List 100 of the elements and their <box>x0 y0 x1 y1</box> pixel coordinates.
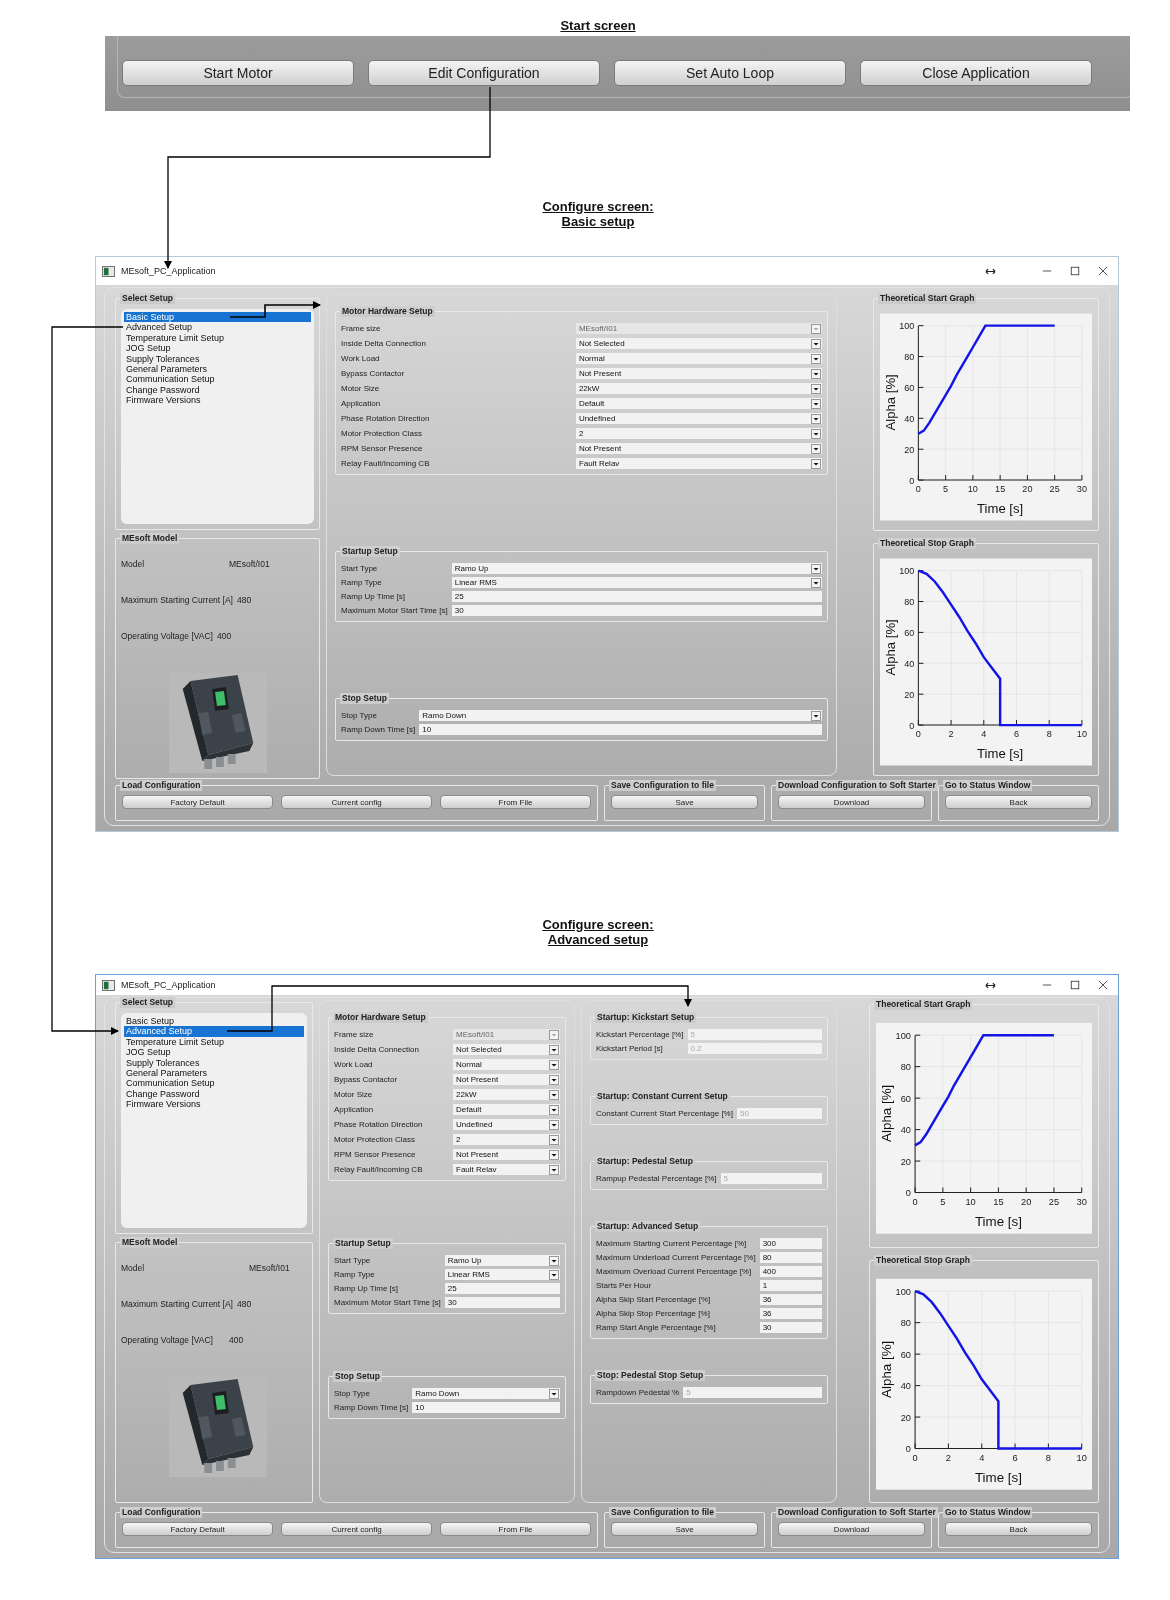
list-item[interactable]: General Parameters <box>124 1068 304 1079</box>
caret-icon[interactable] <box>549 1164 559 1175</box>
dropdown[interactable]: Linear RMS <box>444 1269 560 1280</box>
caret-icon[interactable] <box>549 1119 559 1130</box>
app-button[interactable]: Back <box>945 1522 1092 1536</box>
dropdown[interactable]: Fault Relav <box>453 1164 560 1175</box>
dropdown[interactable]: Normal <box>453 1059 560 1070</box>
input-field[interactable]: 30 <box>451 605 822 616</box>
input-field[interactable]: 30 <box>759 1322 822 1333</box>
dropdown[interactable]: Not Selected <box>453 1044 560 1055</box>
caret-icon[interactable] <box>811 577 821 588</box>
caret-icon[interactable] <box>811 563 821 574</box>
list-item[interactable]: JOG Setup <box>124 343 311 354</box>
caret-icon[interactable] <box>549 1269 559 1280</box>
list-item[interactable]: Basic Setup <box>124 312 311 323</box>
caret-icon[interactable] <box>811 353 821 364</box>
caret-icon[interactable] <box>811 383 821 394</box>
app-button[interactable]: Download <box>778 1522 925 1536</box>
dropdown[interactable]: Undefined <box>575 413 822 424</box>
input-field[interactable]: 10 <box>419 724 822 735</box>
input-field[interactable]: 10 <box>412 1402 560 1413</box>
caret-icon[interactable] <box>549 1059 559 1070</box>
list-item[interactable]: Firmware Versions <box>124 1099 304 1110</box>
maximize-icon[interactable] <box>1070 980 1080 990</box>
list-item[interactable]: Communication Setup <box>124 1078 304 1089</box>
app-button[interactable]: Download <box>778 795 925 809</box>
app-button[interactable]: Close Application <box>860 60 1092 86</box>
input-field[interactable]: 36 <box>759 1294 822 1305</box>
maximize-icon[interactable] <box>1070 266 1080 276</box>
input-field[interactable]: 30 <box>444 1297 560 1308</box>
dropdown[interactable]: Not Selected <box>575 338 822 349</box>
list-item[interactable]: General Parameters <box>124 364 311 375</box>
resize-icon[interactable] <box>985 980 996 990</box>
dropdown[interactable]: Undefined <box>453 1119 560 1130</box>
dropdown[interactable]: Ramo Up <box>444 1255 560 1266</box>
dropdown[interactable]: Ramo Down <box>412 1388 560 1399</box>
app-button[interactable]: Start Motor <box>122 60 354 86</box>
list-item[interactable]: Basic Setup <box>124 1016 304 1027</box>
dropdown[interactable]: 22kW <box>575 383 822 394</box>
app-button[interactable]: Edit Configuration <box>368 60 600 86</box>
caret-icon[interactable] <box>549 1134 559 1145</box>
app-button[interactable]: Current config <box>281 795 432 809</box>
list-item[interactable]: Firmware Versions <box>124 395 311 406</box>
app-button[interactable]: Current config <box>281 1522 432 1536</box>
list-item[interactable]: Advanced Setup <box>124 1026 304 1037</box>
dropdown[interactable]: 22kW <box>453 1089 560 1100</box>
dropdown[interactable]: Not Present <box>453 1149 560 1160</box>
caret-icon[interactable] <box>549 1104 559 1115</box>
caret-icon[interactable] <box>811 443 821 454</box>
dropdown[interactable]: Fault Relav <box>575 458 822 469</box>
list-item[interactable]: JOG Setup <box>124 1047 304 1058</box>
dropdown[interactable]: Default <box>575 398 822 409</box>
list-item[interactable]: Change Password <box>124 384 311 396</box>
caret-icon[interactable] <box>549 1089 559 1100</box>
list-item[interactable]: Temperature Limit Setup <box>124 332 311 344</box>
app-button[interactable]: From File <box>440 1522 591 1536</box>
caret-icon[interactable] <box>811 458 821 469</box>
caret-icon[interactable] <box>811 710 821 721</box>
caret-icon[interactable] <box>811 338 821 349</box>
input-field[interactable]: 1 <box>759 1280 822 1291</box>
input-field[interactable]: 25 <box>451 591 822 602</box>
input-field[interactable]: 36 <box>759 1308 822 1319</box>
close-icon[interactable] <box>1098 266 1108 276</box>
app-button[interactable]: Factory Default <box>122 1522 273 1536</box>
caret-icon[interactable] <box>549 1255 559 1266</box>
list-item[interactable]: Communication Setup <box>124 374 311 385</box>
input-field[interactable]: 80 <box>759 1252 822 1263</box>
caret-icon[interactable] <box>549 1388 559 1399</box>
list-item[interactable]: Supply Tolerances <box>124 1057 304 1069</box>
dropdown[interactable]: Not Present <box>575 443 822 454</box>
list-item[interactable]: Supply Tolerances <box>124 353 311 365</box>
app-button[interactable]: Factory Default <box>122 795 273 809</box>
caret-icon[interactable] <box>811 398 821 409</box>
dropdown[interactable]: 2 <box>453 1134 560 1145</box>
resize-icon[interactable] <box>985 266 996 276</box>
list-item[interactable]: Temperature Limit Setup <box>124 1036 304 1048</box>
caret-icon[interactable] <box>549 1044 559 1055</box>
app-button[interactable]: From File <box>440 795 591 809</box>
dropdown[interactable]: 2 <box>575 428 822 439</box>
app-button[interactable]: Save <box>611 795 758 809</box>
input-field[interactable]: 400 <box>759 1266 822 1277</box>
dropdown[interactable]: Not Present <box>453 1074 560 1085</box>
dropdown[interactable]: Normal <box>575 353 822 364</box>
input-field[interactable]: 25 <box>444 1283 560 1294</box>
dropdown[interactable]: Ramo Down <box>419 710 822 721</box>
dropdown[interactable]: Linear RMS <box>451 577 822 588</box>
app-button[interactable]: Set Auto Loop <box>614 60 846 86</box>
dropdown[interactable]: Default <box>453 1104 560 1115</box>
list-item[interactable]: Change Password <box>124 1088 304 1100</box>
close-icon[interactable] <box>1098 980 1108 990</box>
caret-icon[interactable] <box>549 1149 559 1160</box>
list-item[interactable]: Advanced Setup <box>124 322 311 333</box>
input-field[interactable]: 300 <box>759 1238 822 1249</box>
caret-icon[interactable] <box>811 428 821 439</box>
dropdown[interactable]: Not Present <box>575 368 822 379</box>
caret-icon[interactable] <box>811 413 821 424</box>
caret-icon[interactable] <box>811 368 821 379</box>
app-button[interactable]: Back <box>945 795 1092 809</box>
app-button[interactable]: Save <box>611 1522 758 1536</box>
caret-icon[interactable] <box>549 1074 559 1085</box>
